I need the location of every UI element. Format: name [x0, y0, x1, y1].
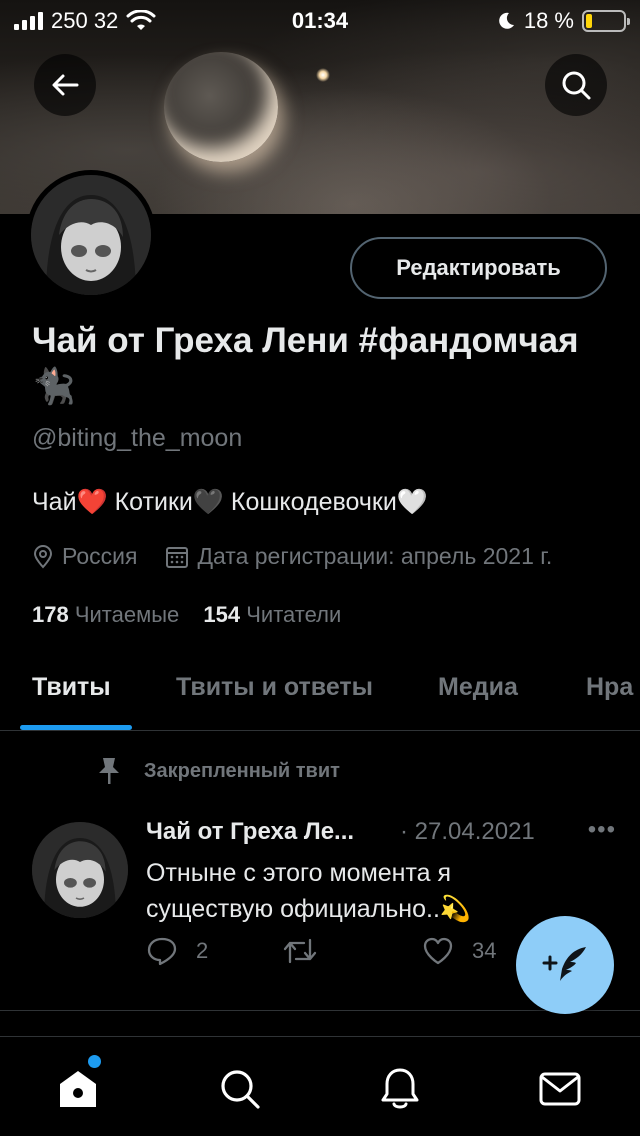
like-count: 34	[472, 938, 497, 963]
tab-media[interactable]: Медиа	[438, 673, 518, 702]
tab-tweets-and-replies[interactable]: Твиты и ответы	[176, 673, 373, 702]
retweet-button[interactable]	[282, 936, 336, 966]
tab-tweets[interactable]: Твиты	[32, 673, 111, 702]
battery-icon	[582, 10, 630, 32]
reply-count: 2	[196, 938, 209, 963]
active-tab-indicator	[20, 725, 132, 730]
following-link[interactable]: 178 Читаемые	[32, 602, 179, 627]
bell-icon	[381, 1068, 419, 1109]
reply-button[interactable]: 2	[146, 936, 208, 966]
tweet-divider	[0, 1010, 640, 1011]
tweet-avatar[interactable]	[32, 822, 128, 918]
avatar-image	[32, 822, 128, 918]
mail-icon	[539, 1072, 581, 1106]
moon-icon	[499, 12, 514, 29]
tweet-header: Чай от Греха Ле... · 27.04.2021 •••	[146, 816, 616, 846]
location-icon	[32, 544, 54, 569]
calendar-icon	[165, 545, 189, 569]
edit-profile-button[interactable]: Редактировать	[350, 237, 607, 299]
pin-icon	[99, 758, 119, 784]
profile-meta: Россия Дата регистрации: апрель 2021 г.	[32, 543, 552, 570]
tab-likes[interactable]: Нра	[586, 673, 633, 702]
status-bar: 250 32 01:34 18 %	[0, 0, 640, 40]
pinned-text: Закрепленный твит	[144, 759, 340, 782]
followers-link[interactable]: 154 Читатели	[203, 602, 341, 627]
nav-home[interactable]	[54, 1065, 102, 1113]
tweet-text: Отныне с этого момента я существую офици…	[146, 859, 472, 923]
search-icon	[221, 1070, 260, 1109]
profile-avatar[interactable]	[26, 170, 156, 300]
compose-tweet-icon	[542, 947, 586, 981]
profile-handle: @biting_the_moon	[32, 424, 243, 452]
retweet-icon	[283, 938, 317, 964]
search-button[interactable]	[545, 54, 607, 116]
arrow-left-icon	[52, 74, 79, 96]
nav-messages[interactable]	[536, 1065, 584, 1113]
home-icon	[60, 1071, 96, 1107]
like-button[interactable]: 34	[422, 936, 496, 966]
pinned-tweet-label: Закрепленный твит	[96, 756, 340, 786]
profile-name: Чай от Греха Лени #фандомчая🐈‍⬛	[32, 321, 579, 406]
banner-star-image	[316, 68, 330, 82]
heart-icon	[423, 937, 453, 965]
following-count: 178	[32, 602, 69, 627]
profile-bio: Чай❤️ Котики🖤 Кошкодевочки🤍	[32, 488, 428, 516]
followers-count: 154	[203, 602, 241, 627]
search-icon	[562, 71, 591, 100]
battery-percent: 18 %	[523, 8, 574, 33]
banner-moon-image	[164, 52, 278, 162]
compose-tweet-button[interactable]	[516, 916, 614, 1014]
tweet-actions: 2 34	[146, 936, 546, 976]
profile-joined-date: Дата регистрации: апрель 2021 г.	[197, 543, 553, 569]
followers-label: Читатели	[246, 602, 342, 627]
nav-search[interactable]	[216, 1065, 264, 1113]
following-label: Читаемые	[74, 602, 180, 627]
home-notification-dot	[88, 1055, 101, 1068]
tweet-date[interactable]: · 27.04.2021	[400, 818, 535, 846]
nav-notifications[interactable]	[376, 1065, 424, 1113]
profile-location: Россия	[62, 543, 138, 569]
back-button[interactable]	[34, 54, 96, 116]
bottom-navigation	[0, 1036, 640, 1136]
follow-stats: 178 Читаемые 154 Читатели	[32, 602, 341, 628]
profile-tabs: Твиты Твиты и ответы Медиа Нра	[0, 656, 640, 731]
avatar-image	[31, 175, 151, 295]
status-right: 18 %	[496, 8, 630, 34]
more-options-icon[interactable]: •••	[588, 816, 616, 844]
battery-fill	[586, 14, 593, 28]
tweet-author[interactable]: Чай от Греха Ле...	[146, 818, 354, 845]
reply-icon	[147, 937, 177, 966]
